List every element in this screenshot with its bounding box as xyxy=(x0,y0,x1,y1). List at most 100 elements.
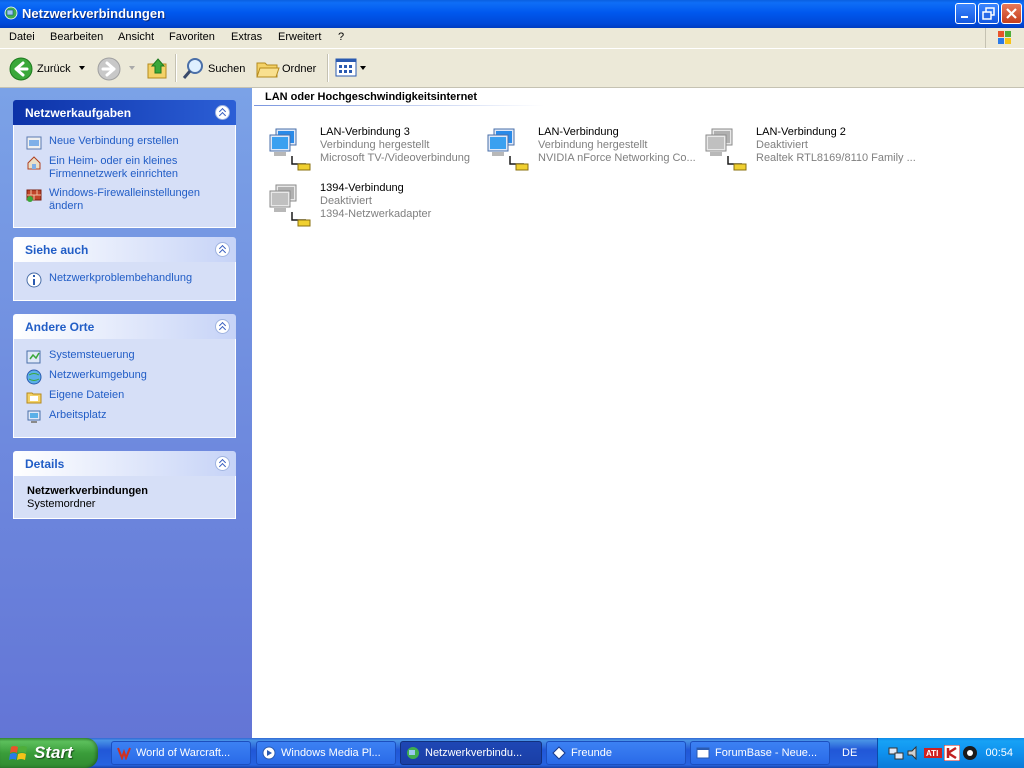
up-folder-button[interactable] xyxy=(143,54,171,82)
diamond-icon xyxy=(552,746,566,760)
task-home-network[interactable]: Ein Heim- oder ein kleines Firmennetzwer… xyxy=(14,155,235,181)
taskbar-item-active[interactable]: Netzwerkverbindu... xyxy=(400,741,542,765)
up-folder-icon xyxy=(147,58,167,79)
my-documents-icon xyxy=(26,392,42,404)
menu-datei[interactable]: Datei xyxy=(9,31,35,43)
clock[interactable]: 00:54 xyxy=(985,747,1013,759)
svg-text:ATI: ATI xyxy=(926,749,938,758)
search-label: Suchen xyxy=(208,63,246,75)
start-button[interactable]: Start xyxy=(0,738,98,768)
media-tray-icon[interactable] xyxy=(962,745,978,761)
antivirus-icon[interactable] xyxy=(944,745,960,761)
connection-item[interactable]: LAN-Verbindung 2 Deaktiviert Realtek RTL… xyxy=(702,126,916,176)
taskbar-item[interactable]: Windows Media Pl... xyxy=(256,741,396,765)
volume-icon[interactable] xyxy=(906,745,922,761)
close-button[interactable] xyxy=(1001,3,1022,24)
connection-status: Verbindung hergestellt xyxy=(320,139,430,151)
toolbar: Zurück Suchen Ordner xyxy=(0,49,1024,88)
taskbar-item[interactable]: ForumBase - Neue... xyxy=(690,741,830,765)
connection-device: Realtek RTL8169/8110 Family ... xyxy=(756,152,916,164)
collapse-chevron-icon[interactable] xyxy=(215,456,230,471)
link-control-panel[interactable]: Systemsteuerung xyxy=(14,349,235,364)
panel-see-also: Siehe auch Netzwerkproblembehandlung xyxy=(13,237,236,301)
close-icon xyxy=(1006,8,1017,19)
my-computer-icon xyxy=(27,410,41,423)
panel-title: Andere Orte xyxy=(25,320,95,334)
dropdown-arrow-icon[interactable] xyxy=(79,66,85,70)
panel-header[interactable]: Netzwerkaufgaben xyxy=(13,100,236,125)
task-firewall-settings[interactable]: Windows-Firewalleinstellungen ändern xyxy=(14,187,235,213)
search-button[interactable]: Suchen xyxy=(180,54,248,82)
views-button[interactable] xyxy=(333,54,369,82)
connection-item[interactable]: LAN-Verbindung 3 Verbindung hergestellt … xyxy=(266,126,476,176)
collapse-chevron-icon[interactable] xyxy=(215,319,230,334)
folders-button[interactable]: Ordner xyxy=(254,54,322,82)
panel-other-places: Andere Orte Systemsteuerung Netzwerkumge… xyxy=(13,314,236,438)
panel-body: Systemsteuerung Netzwerkumgebung Eigene … xyxy=(13,339,236,438)
menu-favoriten[interactable]: Favoriten xyxy=(169,31,215,43)
folder-icon xyxy=(256,62,280,78)
control-panel-icon xyxy=(26,350,41,364)
restore-icon xyxy=(982,7,995,20)
panel-body: Neue Verbindung erstellen Ein Heim- oder… xyxy=(13,125,236,228)
panel-network-tasks: Netzwerkaufgaben Neue Verbindung erstell… xyxy=(13,100,236,228)
lan-connection-disabled-icon xyxy=(269,184,311,227)
windows-flag-icon xyxy=(9,746,27,760)
menu-bearbeiten[interactable]: Bearbeiten xyxy=(50,31,103,43)
panel-header[interactable]: Siehe auch xyxy=(13,237,236,262)
connection-device: NVIDIA nForce Networking Co... xyxy=(538,152,696,164)
new-connection-icon xyxy=(26,136,42,150)
menu-bar: Datei Bearbeiten Ansicht Favoriten Extra… xyxy=(0,28,1024,49)
browser-icon xyxy=(696,747,710,759)
connection-name: LAN-Verbindung 2 xyxy=(756,126,846,138)
panel-details: Details Netzwerkverbindungen Systemordne… xyxy=(13,451,236,519)
panel-header[interactable]: Andere Orte xyxy=(13,314,236,339)
panel-header[interactable]: Details xyxy=(13,451,236,476)
media-player-icon xyxy=(262,746,276,760)
menu-ansicht[interactable]: Ansicht xyxy=(118,31,154,43)
menu-extras[interactable]: Extras xyxy=(231,31,262,43)
collapse-chevron-icon[interactable] xyxy=(215,105,230,120)
wow-icon xyxy=(117,747,131,760)
lan-connection-disabled-icon xyxy=(705,128,747,171)
panel-title: Siehe auch xyxy=(25,243,89,257)
system-tray: ATI 00:54 xyxy=(877,738,1024,768)
lan-connection-icon xyxy=(269,128,311,171)
connection-item[interactable]: 1394-Verbindung Deaktiviert 1394-Netzwer… xyxy=(266,182,476,232)
connection-name: LAN-Verbindung xyxy=(538,126,619,138)
forward-button[interactable] xyxy=(96,54,136,82)
menu-help[interactable]: ? xyxy=(338,31,344,43)
lan-connection-icon xyxy=(487,128,529,171)
collapse-chevron-icon[interactable] xyxy=(215,242,230,257)
menu-erweitert[interactable]: Erweitert xyxy=(278,31,321,43)
restore-button[interactable] xyxy=(978,3,999,24)
dropdown-arrow-icon xyxy=(129,66,135,70)
taskbar: Start World of Warcraft... Windows Media… xyxy=(0,738,1024,768)
details-type: Systemordner xyxy=(27,498,96,510)
taskbar-item[interactable]: World of Warcraft... xyxy=(111,741,251,765)
network-connections-icon xyxy=(4,6,18,20)
link-my-computer[interactable]: Arbeitsplatz xyxy=(14,409,235,423)
connection-status: Deaktiviert xyxy=(320,195,372,207)
link-my-documents[interactable]: Eigene Dateien xyxy=(14,389,235,404)
views-icon xyxy=(335,58,357,77)
back-button[interactable]: Zurück xyxy=(6,54,91,82)
taskbar-item[interactable]: Freunde xyxy=(546,741,686,765)
connection-status: Deaktiviert xyxy=(756,139,808,151)
group-divider xyxy=(254,105,544,106)
task-new-connection[interactable]: Neue Verbindung erstellen xyxy=(14,135,235,150)
window-title: Netzwerkverbindungen xyxy=(22,6,166,21)
link-network-troubleshooter[interactable]: Netzwerkproblembehandlung xyxy=(14,272,235,288)
connection-item[interactable]: LAN-Verbindung Verbindung hergestellt NV… xyxy=(484,126,696,176)
title-bar[interactable]: Netzwerkverbindungen xyxy=(0,0,1024,28)
connection-name: LAN-Verbindung 3 xyxy=(320,126,410,138)
toolbar-separator xyxy=(327,54,329,82)
start-label: Start xyxy=(34,743,73,762)
minimize-button[interactable] xyxy=(955,3,976,24)
panel-body: Netzwerkproblembehandlung xyxy=(13,262,236,301)
link-network-places[interactable]: Netzwerkumgebung xyxy=(14,369,235,385)
network-tray-icon[interactable] xyxy=(888,745,904,761)
ati-icon[interactable]: ATI xyxy=(924,745,942,761)
toolbar-separator xyxy=(175,54,177,82)
language-indicator[interactable]: DE xyxy=(838,741,866,765)
